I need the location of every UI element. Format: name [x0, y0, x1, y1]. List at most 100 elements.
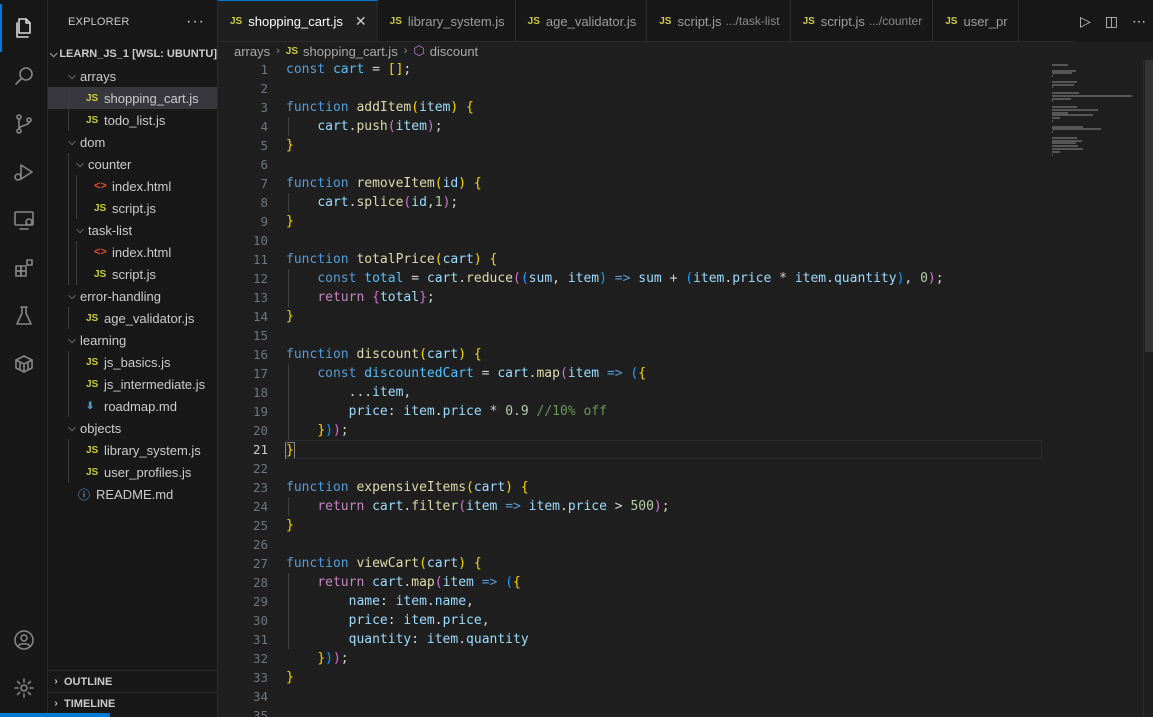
- code-token: ): [325, 651, 333, 666]
- folder-item[interactable]: ⌵ task-list: [48, 219, 217, 241]
- tree-item-label: script.js: [112, 266, 157, 282]
- file-item[interactable]: JS js_intermediate.js: [48, 373, 217, 395]
- code-token: {: [520, 480, 529, 495]
- folder-item[interactable]: ⌵ dom: [48, 131, 217, 153]
- code-line[interactable]: }));: [286, 421, 1042, 440]
- indent-guide: [68, 197, 69, 219]
- manage-gear-icon[interactable]: [0, 664, 48, 712]
- minimap[interactable]: [1048, 60, 1138, 160]
- folder-item[interactable]: ⌵ error-handling: [48, 285, 217, 307]
- code-line[interactable]: function addItem(item) {: [286, 98, 1042, 117]
- code-line[interactable]: return cart.filter(item => item.price > …: [286, 497, 1042, 516]
- code-line[interactable]: [286, 231, 1042, 250]
- containers-icon[interactable]: [0, 340, 48, 388]
- minimap-line: [1052, 125, 1083, 128]
- indent-guide: [68, 307, 69, 329]
- code-token: (: [419, 556, 427, 571]
- code-line[interactable]: cart.splice(id,1);: [286, 193, 1042, 212]
- code-line[interactable]: [286, 326, 1042, 345]
- tree-item-label: dom: [80, 134, 106, 150]
- editor-tab[interactable]: JS library_system.js: [378, 0, 516, 41]
- file-item[interactable]: JS shopping_cart.js: [48, 87, 217, 109]
- search-icon[interactable]: [0, 52, 48, 100]
- editor-tab[interactable]: JS age_validator.js: [516, 0, 648, 41]
- explorer-icon[interactable]: [0, 4, 48, 52]
- file-item[interactable]: JS js_basics.js: [48, 351, 217, 373]
- code-line[interactable]: [286, 155, 1042, 174]
- code-line[interactable]: }: [286, 307, 1042, 326]
- file-item[interactable]: <> index.html: [48, 175, 217, 197]
- minimap-line: [1052, 94, 1132, 97]
- code-line[interactable]: }: [286, 516, 1042, 535]
- code-line[interactable]: return cart.map(item => ({: [286, 573, 1042, 592]
- code-line[interactable]: function viewCart(cart) {: [286, 554, 1042, 573]
- code-line[interactable]: [286, 687, 1042, 706]
- editor-tab[interactable]: JS user_pr: [933, 0, 1019, 41]
- folder-item[interactable]: ⌵ objects: [48, 417, 217, 439]
- file-item[interactable]: ⓘ README.md: [48, 483, 217, 505]
- account-icon[interactable]: [0, 616, 48, 664]
- editor-tab[interactable]: JS script.js .../counter: [791, 0, 934, 41]
- file-item[interactable]: JS script.js: [48, 197, 217, 219]
- run-debug-icon[interactable]: [0, 148, 48, 196]
- code-line[interactable]: return {total};: [286, 288, 1042, 307]
- breadcrumb-folder[interactable]: arrays: [234, 44, 270, 59]
- code-line[interactable]: }));: [286, 649, 1042, 668]
- extensions-icon[interactable]: [0, 244, 48, 292]
- code-line[interactable]: [286, 535, 1042, 554]
- file-item[interactable]: <> index.html: [48, 241, 217, 263]
- code-line[interactable]: function expensiveItems(cart) {: [286, 478, 1042, 497]
- vertical-scrollbar[interactable]: [1143, 60, 1153, 717]
- file-item[interactable]: JS user_profiles.js: [48, 461, 217, 483]
- scrollbar-thumb[interactable]: [1145, 60, 1153, 352]
- code-line[interactable]: const total = cart.reduce((sum, item) =>…: [286, 269, 1042, 288]
- code-line[interactable]: function removeItem(id) {: [286, 174, 1042, 193]
- file-item[interactable]: ⬇ roadmap.md: [48, 395, 217, 417]
- run-file-icon[interactable]: ▷: [1080, 13, 1091, 30]
- breadcrumb-file[interactable]: shopping_cart.js: [303, 44, 398, 59]
- timeline-section[interactable]: › TIMELINE: [48, 692, 218, 714]
- workspace-root[interactable]: ⌵ LEARN_JS_1 [WSL: UBUNTU]: [48, 43, 217, 65]
- source-control-icon[interactable]: [0, 100, 48, 148]
- code-line[interactable]: }: [286, 136, 1042, 155]
- folder-item[interactable]: ⌵ learning: [48, 329, 217, 351]
- code-line[interactable]: const discountedCart = cart.map(item => …: [286, 364, 1042, 383]
- close-icon[interactable]: ✕: [355, 13, 367, 30]
- code-line[interactable]: [286, 459, 1042, 478]
- remote-explorer-icon[interactable]: [0, 196, 48, 244]
- outline-section[interactable]: › OUTLINE: [48, 670, 218, 692]
- code-line[interactable]: }: [286, 668, 1042, 687]
- line-number: 15: [252, 328, 268, 343]
- testing-icon[interactable]: [0, 292, 48, 340]
- code-editor[interactable]: 1 2 3 4 5 6 7 8 9 10 11 12 13 14 15 16 17 18 19 20 21 22 23 24 2…: [218, 60, 1153, 717]
- code-line[interactable]: }: [285, 440, 1042, 459]
- file-item[interactable]: JS script.js: [48, 263, 217, 285]
- code-line[interactable]: function totalPrice(cart) {: [286, 250, 1042, 269]
- code-line[interactable]: price: item.price,: [286, 611, 1042, 630]
- more-actions-icon[interactable]: ···: [186, 13, 205, 31]
- editor-tab[interactable]: JS script.js .../task-list: [647, 0, 791, 41]
- code-line[interactable]: }: [286, 212, 1042, 231]
- file-item[interactable]: JS todo_list.js: [48, 109, 217, 131]
- activity-bar: [0, 0, 48, 717]
- code-line[interactable]: quantity: item.quantity: [286, 630, 1042, 649]
- editor-tab[interactable]: JS shopping_cart.js ✕: [218, 0, 378, 41]
- chevron-right-icon: ›: [54, 676, 58, 687]
- code-line[interactable]: cart.push(item);: [286, 117, 1042, 136]
- split-editor-icon[interactable]: ◫: [1105, 13, 1118, 30]
- code-line[interactable]: ...item,: [286, 383, 1042, 402]
- code-line[interactable]: [286, 706, 1042, 717]
- code-line[interactable]: name: item.name,: [286, 592, 1042, 611]
- code-area[interactable]: const cart = []; function addItem(item) {…: [285, 60, 1042, 717]
- file-item[interactable]: JS age_validator.js: [48, 307, 217, 329]
- tree-item-label: user_profiles.js: [104, 464, 192, 480]
- file-item[interactable]: JS library_system.js: [48, 439, 217, 461]
- code-line[interactable]: function discount(cart) {: [286, 345, 1042, 364]
- folder-item[interactable]: ⌵ counter: [48, 153, 217, 175]
- folder-item[interactable]: ⌵ arrays: [48, 65, 217, 87]
- code-line[interactable]: const cart = [];: [286, 60, 1042, 79]
- more-actions-icon[interactable]: ⋯: [1132, 13, 1146, 30]
- breadcrumb-symbol[interactable]: discount: [430, 44, 478, 59]
- code-line[interactable]: [286, 79, 1042, 98]
- code-line[interactable]: price: item.price * 0.9 //10% off: [286, 402, 1042, 421]
